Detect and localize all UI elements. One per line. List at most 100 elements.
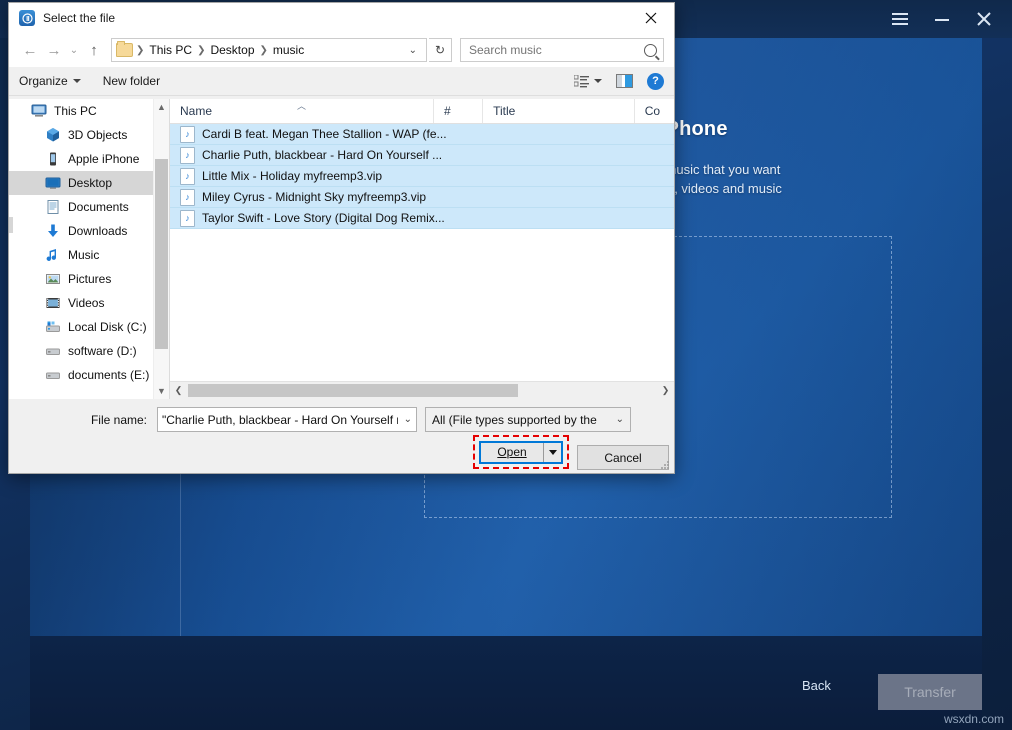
horizontal-scrollbar[interactable]: ❮ ❯ — [170, 381, 674, 399]
column-header-number[interactable]: # — [434, 99, 483, 123]
breadcrumb-item-this-pc[interactable]: This PC — [147, 43, 194, 57]
file-name: Miley Cyrus - Midnight Sky myfreemp3.vip — [202, 190, 426, 204]
sidebar-item-local-disk-c[interactable]: Local Disk (C:) — [9, 315, 169, 339]
search-box[interactable] — [460, 38, 664, 62]
minimize-icon[interactable] — [922, 0, 962, 38]
arrow-right-icon[interactable]: → — [43, 39, 65, 61]
close-icon[interactable] — [628, 3, 674, 33]
column-header-contributing-artists[interactable]: Co — [635, 99, 674, 123]
filetype-dropdown[interactable]: All (File types supported by the ⌄ — [425, 407, 631, 432]
sidebar-item-downloads[interactable]: Downloads — [9, 219, 169, 243]
organize-button[interactable]: Organize — [19, 74, 81, 88]
view-options-button[interactable] — [574, 75, 602, 88]
breadcrumb-item-desktop[interactable]: Desktop — [208, 43, 256, 57]
sidebar-item-apple-iphone[interactable]: Apple iPhone — [9, 147, 169, 171]
chevron-up-icon[interactable]: ▲ — [154, 99, 169, 115]
dialog-toolbar: Organize New folder — [9, 67, 674, 96]
dialog-titlebar: Select the file — [9, 3, 674, 33]
computer-icon — [31, 103, 47, 119]
column-label: Title — [493, 104, 515, 118]
open-dropdown-button[interactable] — [543, 443, 561, 462]
desktop-icon — [45, 175, 61, 191]
file-name: Little Mix - Holiday myfreemp3.vip — [202, 169, 382, 183]
local-disk-icon — [45, 319, 61, 335]
preview-pane-icon — [616, 74, 633, 88]
open-label-text: Open — [497, 445, 526, 459]
sidebar-item-documents[interactable]: Documents — [9, 195, 169, 219]
file-name: Taylor Swift - Love Story (Digital Dog R… — [202, 211, 445, 225]
sidebar-item-3d-objects[interactable]: 3D Objects — [9, 123, 169, 147]
address-bar[interactable]: ❯ This PC ❯ Desktop ❯ music ⌄ — [111, 38, 427, 62]
chevron-down-icon[interactable]: ⌄ — [67, 39, 81, 61]
filetype-value: All (File types supported by the — [432, 413, 610, 427]
sidebar-item-pictures[interactable]: Pictures — [9, 267, 169, 291]
search-icon — [644, 44, 657, 57]
sidebar-item-this-pc[interactable]: This PC — [9, 99, 169, 123]
help-icon[interactable]: ? — [647, 73, 664, 90]
table-row[interactable]: ♪ Cardi B feat. Megan Thee Stallion - WA… — [170, 124, 674, 145]
organize-label: Organize — [19, 74, 68, 88]
music-file-icon: ♪ — [180, 189, 195, 206]
column-label: Co — [645, 104, 660, 118]
arrow-up-icon[interactable]: ↑ — [83, 39, 105, 61]
column-header-title[interactable]: Title — [483, 99, 635, 123]
chevron-down-icon[interactable]: ▼ — [154, 383, 169, 399]
table-row[interactable]: ♪ Charlie Puth, blackbear - Hard On Your… — [170, 145, 674, 166]
open-button[interactable]: Open — [479, 441, 563, 464]
chevron-down-icon — [73, 79, 81, 83]
filename-label: File name: — [89, 413, 147, 427]
music-note-icon — [45, 247, 61, 263]
navigation-pane: This PC 3D Objects Apple iPhone Desktop — [9, 99, 169, 399]
file-name: Charlie Puth, blackbear - Hard On Yourse… — [202, 148, 442, 162]
chevron-down-icon — [594, 79, 602, 83]
filename-field[interactable]: "Charlie Puth, blackbear - Hard On Yours… — [157, 407, 417, 432]
pane-splitter[interactable] — [9, 217, 13, 233]
dialog-navigation-bar: ← → ⌄ ↑ ❯ This PC ❯ Desktop ❯ music ⌄ ↻ — [9, 33, 674, 67]
preview-pane-button[interactable] — [616, 74, 633, 88]
file-rows: ♪ Cardi B feat. Megan Thee Stallion - WA… — [170, 124, 674, 381]
sidebar-label: software (D:) — [68, 344, 137, 358]
chevron-down-icon[interactable]: ⌄ — [610, 414, 624, 425]
close-icon[interactable] — [964, 0, 1004, 38]
refresh-icon[interactable]: ↻ — [429, 38, 452, 62]
search-input[interactable] — [467, 42, 644, 58]
hamburger-menu-icon[interactable] — [880, 0, 920, 38]
videos-icon — [45, 295, 61, 311]
scrollbar-thumb[interactable] — [155, 159, 168, 349]
table-row[interactable]: ♪ Little Mix - Holiday myfreemp3.vip — [170, 166, 674, 187]
sidebar-item-videos[interactable]: Videos — [9, 291, 169, 315]
list-view-icon — [574, 75, 589, 88]
filename-value: "Charlie Puth, blackbear - Hard On Yours… — [162, 413, 398, 427]
table-row[interactable]: ♪ Taylor Swift - Love Story (Digital Dog… — [170, 208, 674, 229]
column-header-name[interactable]: ︿ Name — [170, 99, 434, 123]
breadcrumb-separator: ❯ — [257, 45, 271, 56]
breadcrumb-item-music[interactable]: music — [271, 43, 306, 57]
watermark: wsxdn.com — [944, 712, 1004, 726]
triangle-down-icon — [549, 450, 557, 455]
cancel-button[interactable]: Cancel — [577, 445, 669, 470]
scrollbar-thumb[interactable] — [188, 384, 518, 397]
back-button[interactable]: Back — [802, 678, 831, 693]
sidebar-label: Music — [68, 248, 99, 262]
chevron-left-icon[interactable]: ❮ — [170, 382, 187, 399]
sidebar-label: 3D Objects — [68, 128, 127, 142]
select-file-dialog: Select the file ← → ⌄ ↑ ❯ This PC ❯ Desk… — [8, 2, 675, 474]
resize-grip-icon[interactable] — [661, 461, 670, 470]
navigation-pane-scrollbar[interactable]: ▲ ▼ — [153, 99, 169, 399]
sidebar-item-music[interactable]: Music — [9, 243, 169, 267]
new-folder-button[interactable]: New folder — [103, 74, 160, 88]
sidebar-item-software-d[interactable]: software (D:) — [9, 339, 169, 363]
table-row[interactable]: ♪ Miley Cyrus - Midnight Sky myfreemp3.v… — [170, 187, 674, 208]
chevron-down-icon[interactable]: ⌄ — [404, 45, 422, 56]
arrow-left-icon[interactable]: ← — [19, 39, 41, 61]
sidebar-item-documents-e[interactable]: documents (E:) — [9, 363, 169, 387]
transfer-button[interactable]: Transfer — [878, 674, 982, 710]
chevron-right-icon[interactable]: ❯ — [657, 382, 674, 399]
column-headers: ︿ Name # Title Co — [170, 99, 674, 124]
sidebar-label: Local Disk (C:) — [68, 320, 147, 334]
sidebar-label: Desktop — [68, 176, 112, 190]
sidebar-label: This PC — [54, 104, 97, 118]
breadcrumb-separator: ❯ — [133, 45, 147, 56]
sidebar-item-desktop[interactable]: Desktop — [9, 171, 169, 195]
chevron-down-icon[interactable]: ⌄ — [398, 414, 412, 425]
